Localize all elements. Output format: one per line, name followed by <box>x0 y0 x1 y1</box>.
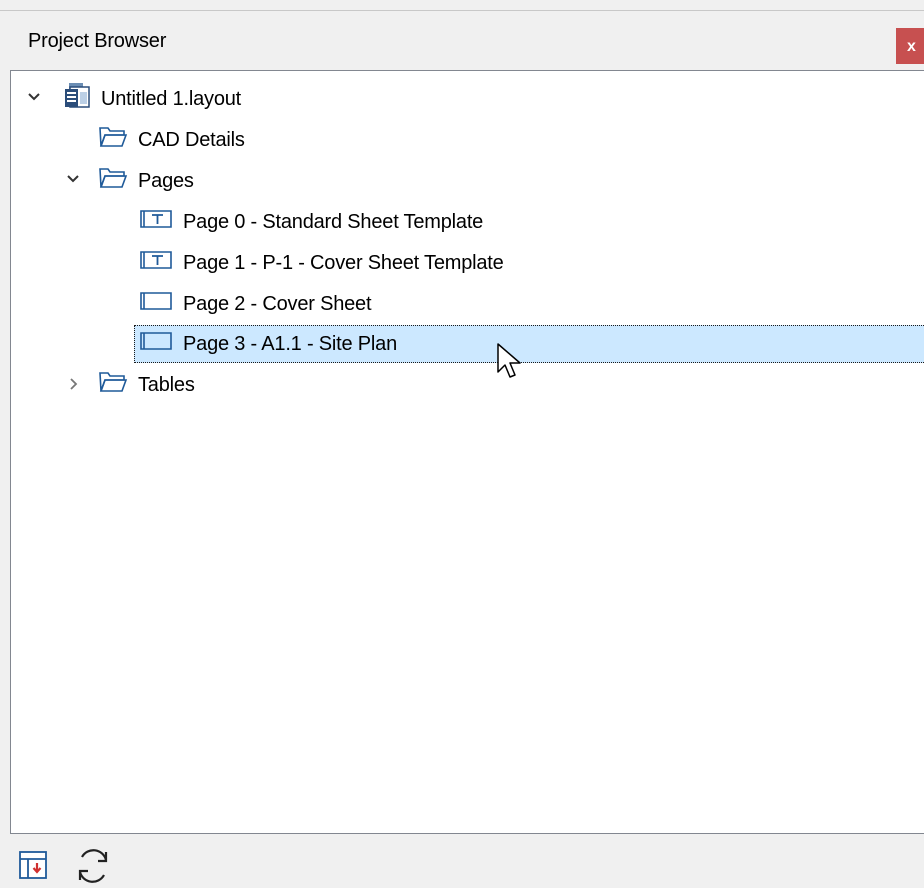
send-to-layout-icon[interactable] <box>18 850 48 880</box>
close-button[interactable]: x <box>896 28 924 64</box>
page-icon <box>139 330 173 358</box>
template-page-icon <box>139 249 173 277</box>
tree-item-page-3[interactable]: Page 3 - A1.1 - Site Plan <box>134 325 924 363</box>
top-border <box>0 10 924 11</box>
tree-item-root[interactable]: Untitled 1.layout <box>61 81 241 117</box>
layout-file-icon <box>61 81 91 117</box>
tree-item-label: Untitled 1.layout <box>101 87 242 110</box>
tree-item-label: Page 0 - Standard Sheet Template <box>183 210 484 233</box>
tree-item-tables[interactable]: Tables <box>98 367 195 403</box>
tree-item-label: Pages <box>138 169 194 192</box>
tree-item-label: CAD Details <box>138 128 245 151</box>
tree-item-label: Page 1 - P-1 - Cover Sheet Template <box>183 251 504 274</box>
tree-item-label: Page 3 - A1.1 - Site Plan <box>183 332 398 355</box>
chevron-down-icon[interactable] <box>27 92 41 102</box>
tree-item-pages[interactable]: Pages <box>98 163 194 199</box>
mouse-cursor-icon <box>497 343 521 378</box>
tree-item-page-0[interactable]: Page 0 - Standard Sheet Template <box>139 204 483 240</box>
bottom-toolbar <box>0 834 924 888</box>
chevron-down-icon[interactable] <box>66 174 80 184</box>
folder-icon <box>98 370 128 400</box>
tree-item-page-1[interactable]: Page 1 - P-1 - Cover Sheet Template <box>139 245 504 281</box>
project-tree[interactable]: Untitled 1.layout CAD Details Pages Page… <box>10 70 924 834</box>
page-icon <box>139 290 173 318</box>
tree-item-label: Page 2 - Cover Sheet <box>183 292 372 315</box>
panel-title: Project Browser <box>28 30 167 52</box>
chevron-right-icon[interactable] <box>69 377 79 391</box>
tree-item-cad-details[interactable]: CAD Details <box>98 122 245 158</box>
tree-item-label: Tables <box>138 373 195 396</box>
template-page-icon <box>139 208 173 236</box>
folder-icon <box>98 125 128 155</box>
folder-icon <box>98 166 128 196</box>
tree-item-page-2[interactable]: Page 2 - Cover Sheet <box>139 286 372 322</box>
refresh-icon[interactable] <box>70 848 116 884</box>
